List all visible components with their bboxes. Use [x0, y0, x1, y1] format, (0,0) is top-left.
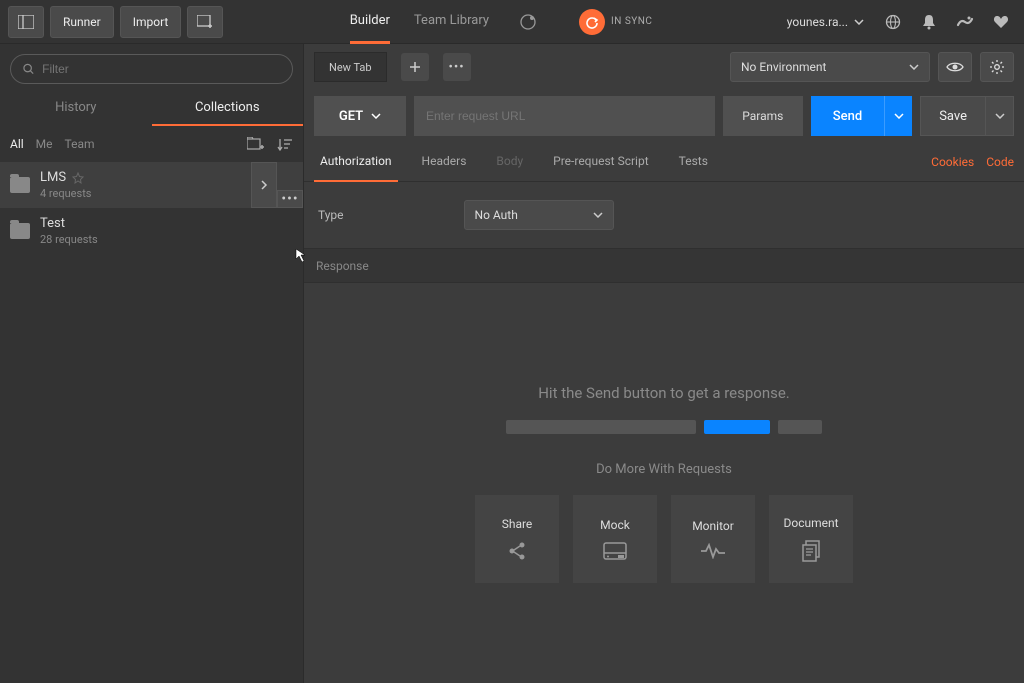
notifications-icon[interactable] — [914, 7, 944, 37]
scope-all[interactable]: All — [10, 137, 24, 151]
monitor-icon — [700, 543, 726, 559]
mock-icon — [603, 542, 627, 560]
card-label: Document — [783, 516, 838, 530]
sort-icon[interactable] — [277, 137, 293, 151]
search-icon — [23, 63, 34, 75]
collection-item-test[interactable]: Test 28 requests — [0, 208, 303, 254]
card-document[interactable]: Document — [769, 495, 853, 583]
new-collection-icon[interactable] — [247, 137, 265, 151]
collection-item-lms[interactable]: LMS 4 requests ••• — [0, 162, 303, 208]
tab-builder[interactable]: Builder — [350, 0, 390, 44]
star-icon[interactable] — [72, 172, 84, 184]
sync-icon — [579, 9, 605, 35]
chevron-down-icon — [995, 113, 1005, 119]
import-button[interactable]: Import — [120, 6, 182, 38]
scope-team[interactable]: Team — [65, 137, 95, 151]
collection-name: Test — [40, 216, 293, 231]
folder-icon — [10, 223, 30, 239]
params-button[interactable]: Params — [723, 96, 803, 136]
tab-collections[interactable]: Collections — [152, 90, 304, 126]
bar-gray-short — [778, 420, 822, 434]
card-label: Monitor — [692, 519, 734, 533]
new-window-button[interactable] — [187, 6, 223, 38]
browse-icon[interactable] — [513, 7, 543, 37]
auth-type-select[interactable]: No Auth — [464, 200, 614, 230]
chevron-down-icon — [854, 19, 864, 25]
send-button[interactable]: Send — [811, 96, 884, 136]
heart-icon[interactable] — [986, 7, 1016, 37]
share-icon — [507, 541, 527, 561]
top-bar: Runner Import Builder Team Library IN SY… — [0, 0, 1024, 44]
auth-type-value: No Auth — [475, 208, 518, 222]
save-options-button[interactable] — [986, 96, 1014, 136]
filter-input[interactable] — [42, 62, 280, 76]
chevron-down-icon — [909, 64, 919, 70]
url-input[interactable] — [414, 96, 715, 136]
code-link[interactable]: Code — [986, 155, 1014, 169]
document-icon — [801, 540, 821, 562]
tab-pre-request[interactable]: Pre-request Script — [547, 142, 654, 182]
sync-status: IN SYNC — [579, 9, 652, 35]
user-name: younes.ra... — [787, 15, 848, 29]
toggle-sidebar-button[interactable] — [8, 6, 44, 38]
folder-icon — [10, 177, 30, 193]
expand-collection-button[interactable] — [251, 162, 277, 208]
sidebar: History Collections All Me Team LMS — [0, 44, 304, 683]
collection-count: 28 requests — [40, 233, 293, 246]
scope-bar: All Me Team — [0, 126, 303, 162]
tab-tests[interactable]: Tests — [673, 142, 714, 182]
card-label: Mock — [600, 518, 630, 532]
sync-label: IN SYNC — [611, 16, 652, 27]
card-mock[interactable]: Mock — [573, 495, 657, 583]
card-share[interactable]: Share — [475, 495, 559, 583]
collection-list: LMS 4 requests ••• — [0, 162, 303, 683]
tab-headers[interactable]: Headers — [416, 142, 473, 182]
response-hint: Hit the Send button to get a response. — [538, 384, 790, 402]
chevron-down-icon — [894, 113, 904, 119]
auth-type-label: Type — [318, 208, 344, 222]
workspace-tabs: Builder Team Library IN SYNC — [350, 0, 653, 44]
filter-field[interactable] — [10, 54, 293, 84]
content-pane: New Tab ••• No Environment GET — [304, 44, 1024, 683]
collection-more-button[interactable]: ••• — [277, 190, 303, 208]
settings-icon[interactable] — [950, 7, 980, 37]
quick-look-button[interactable] — [938, 52, 972, 82]
tab-team-library[interactable]: Team Library — [414, 0, 489, 44]
add-tab-button[interactable] — [401, 53, 429, 81]
globe-icon[interactable] — [878, 7, 908, 37]
card-monitor[interactable]: Monitor — [671, 495, 755, 583]
collection-name: LMS — [40, 170, 66, 185]
do-more-label: Do More With Requests — [596, 462, 732, 477]
user-menu[interactable]: younes.ra... — [779, 6, 872, 38]
send-options-button[interactable] — [884, 96, 912, 136]
runner-button[interactable]: Runner — [50, 6, 114, 38]
save-button[interactable]: Save — [920, 96, 986, 136]
chevron-down-icon — [593, 212, 603, 218]
environment-value: No Environment — [741, 60, 826, 74]
response-body: Hit the Send button to get a response. D… — [304, 283, 1024, 683]
environment-select[interactable]: No Environment — [730, 52, 930, 82]
bar-blue — [704, 420, 770, 434]
cookies-link[interactable]: Cookies — [931, 155, 974, 169]
bar-gray — [506, 420, 696, 434]
request-tab[interactable]: New Tab — [314, 52, 387, 82]
progress-placeholder — [506, 420, 822, 434]
chevron-down-icon — [371, 113, 381, 119]
method-select[interactable]: GET — [314, 96, 406, 136]
card-label: Share — [502, 517, 533, 531]
scope-me[interactable]: Me — [36, 137, 53, 151]
method-value: GET — [339, 109, 363, 124]
tab-authorization[interactable]: Authorization — [314, 142, 398, 182]
tab-history[interactable]: History — [0, 90, 152, 126]
tab-options-button[interactable]: ••• — [443, 53, 471, 81]
tab-body[interactable]: Body — [490, 142, 529, 182]
manage-environments-button[interactable] — [980, 52, 1014, 82]
response-header: Response — [304, 249, 1024, 283]
